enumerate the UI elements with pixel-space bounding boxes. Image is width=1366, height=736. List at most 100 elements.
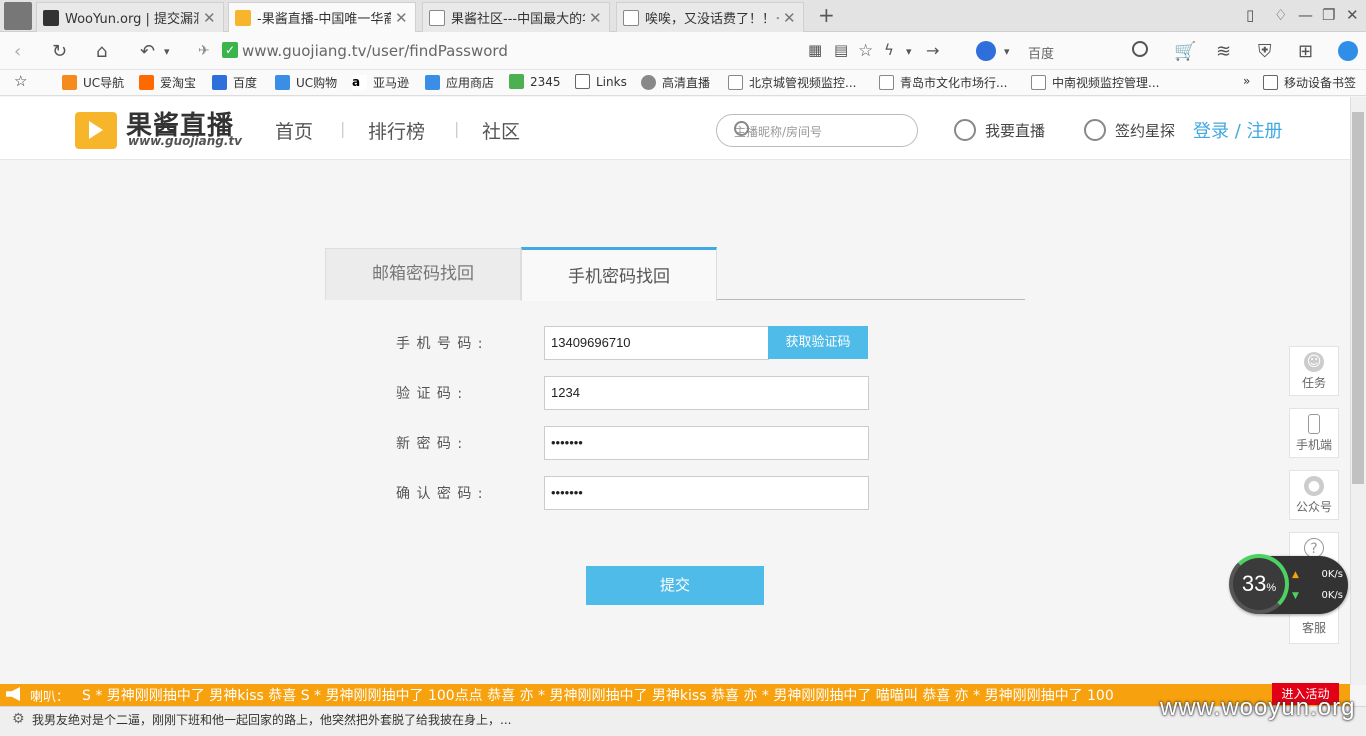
auth-separator: /: [1229, 121, 1247, 142]
bookmark-qingdao[interactable]: 青岛市文化市场行...: [879, 74, 1007, 91]
back-icon[interactable]: ‹: [14, 41, 21, 62]
bookmark-uc-shop[interactable]: UC购物: [275, 74, 337, 91]
nav-divider: |: [454, 119, 460, 138]
bookmark-links-folder[interactable]: Links: [575, 74, 627, 89]
phone-input[interactable]: 13409696710: [544, 326, 769, 360]
bookmark-2345[interactable]: 2345: [509, 74, 561, 89]
search-engine-input[interactable]: 百度: [1028, 43, 1054, 62]
nav-home[interactable]: 首页: [275, 117, 313, 144]
code-label: 验 证 码 :: [396, 386, 464, 402]
close-window-icon[interactable]: ✕: [1346, 6, 1359, 24]
star-icon[interactable]: ☆: [858, 41, 873, 61]
nav-ranking[interactable]: 排行榜: [368, 117, 425, 144]
star-circle-icon: [1084, 119, 1106, 141]
bookmark-amazon[interactable]: a 亚马逊: [352, 74, 409, 91]
upload-speed: 0K/s: [1321, 569, 1344, 580]
browser-tab-wooyun[interactable]: WooYun.org | 提交漏洞 ✕: [36, 2, 224, 32]
confirm-password-label: 确 认 密 码 :: [396, 486, 484, 502]
cart-icon[interactable]: 🛒: [1174, 41, 1196, 62]
bookmark-baidu[interactable]: 百度: [212, 74, 257, 91]
apps-grid-icon[interactable]: ⊞: [1298, 41, 1313, 62]
bookmark-zhongnan[interactable]: 中南视频监控管理...: [1031, 74, 1159, 91]
tab-list-icon[interactable]: ▯: [1246, 6, 1254, 24]
reader-icon[interactable]: ▤: [834, 41, 848, 59]
side-label: 公众号: [1295, 500, 1332, 514]
side-wechat-button[interactable]: ● 公众号: [1289, 470, 1339, 520]
new-password-input[interactable]: •••••••: [544, 426, 869, 460]
shield-icon[interactable]: ⛨: [1258, 41, 1272, 62]
more-bookmarks-button[interactable]: »: [1243, 74, 1250, 88]
bookmark-beijing-cctv[interactable]: 北京城管视频监控...: [728, 74, 856, 91]
search-icon[interactable]: [734, 121, 749, 136]
lightning-icon[interactable]: ϟ: [884, 41, 894, 59]
nav-community[interactable]: 社区: [482, 117, 520, 144]
wechat-icon: ●: [1304, 476, 1324, 496]
go-live-button[interactable]: 我要直播: [954, 119, 1045, 141]
announcement-label: 喇叭：: [30, 690, 70, 705]
side-task-button[interactable]: ☺ 任务: [1289, 346, 1339, 396]
scrollbar-thumb[interactable]: [1352, 112, 1364, 484]
bookmark-hd-live[interactable]: 高清直播: [641, 74, 710, 91]
tab-email-recovery[interactable]: 邮箱密码找回: [325, 248, 521, 300]
bookmark-uc-nav[interactable]: UC导航: [62, 74, 124, 91]
browser-tab-community[interactable]: 果酱社区---中国最大的华 ✕: [422, 2, 610, 32]
new-tab-icon[interactable]: +: [818, 3, 835, 27]
site-search-input[interactable]: 主播昵称/房间号: [716, 114, 918, 147]
register-link[interactable]: 注册: [1247, 121, 1283, 142]
browser-tab-guojiang[interactable]: -果酱直播-中国唯一华裔 ✕: [228, 2, 416, 32]
maximize-icon[interactable]: ❐: [1322, 6, 1335, 24]
home-icon[interactable]: ⌂: [96, 41, 107, 62]
memory-gauge[interactable]: 33%: [1229, 554, 1289, 614]
logo-subtitle: www.guojiang.tv: [128, 134, 242, 148]
status-news-text[interactable]: 我男友绝对是个二逼，刚刚下班和他一起回家的路上，他突然把外套脱了给我披在身上，.…: [32, 711, 511, 728]
wifi-icon[interactable]: ≋: [1216, 41, 1231, 62]
forward-arrow-icon[interactable]: →: [926, 41, 939, 60]
page-favicon-icon: [623, 9, 639, 26]
url-input[interactable]: www.guojiang.tv/user/findPassword: [242, 42, 508, 60]
get-code-button[interactable]: 获取验证码: [768, 326, 868, 359]
tab-title: WooYun.org | 提交漏洞: [65, 12, 199, 27]
browser-avatar-icon[interactable]: [4, 2, 32, 30]
tab-phone-recovery[interactable]: 手机密码找回: [521, 247, 717, 301]
page-favicon-icon: [429, 9, 445, 26]
search-icon[interactable]: [1132, 41, 1148, 57]
submit-button[interactable]: 提交: [586, 566, 764, 605]
smiley-icon: ☺: [1304, 352, 1324, 372]
auth-links: 登录 / 注册: [1193, 117, 1283, 143]
bookmark-star-icon[interactable]: ☆: [14, 72, 27, 90]
side-label: 任务: [1301, 376, 1326, 390]
close-tab-icon[interactable]: ✕: [783, 9, 797, 27]
phone-label: 手 机 号 码 :: [396, 336, 484, 352]
close-tab-icon[interactable]: ✕: [203, 9, 217, 27]
side-mobile-button[interactable]: 手机端: [1289, 408, 1339, 458]
undo-icon[interactable]: ↶: [140, 41, 155, 62]
chevron-down-icon[interactable]: ▾: [164, 45, 170, 58]
confirm-password-input[interactable]: •••••••: [544, 476, 869, 510]
bookmark-aitaobao[interactable]: 爱淘宝: [139, 74, 196, 91]
rocket-icon: ✈: [198, 43, 210, 59]
login-link[interactable]: 登录: [1193, 121, 1229, 142]
bookmark-app-store[interactable]: 应用商店: [425, 74, 494, 91]
close-tab-icon[interactable]: ✕: [589, 9, 603, 27]
qrcode-icon[interactable]: ▦: [808, 41, 822, 59]
gauge-unit: %: [1266, 582, 1277, 594]
chevron-down-icon[interactable]: ▾: [1004, 45, 1010, 58]
skin-icon[interactable]: ♢: [1274, 6, 1287, 24]
baidu-paw-icon[interactable]: [976, 41, 996, 61]
chevron-down-icon[interactable]: ▾: [906, 45, 912, 58]
talent-scout-label: 签约星探: [1115, 121, 1176, 140]
browser-tab-phonebill[interactable]: 唉唉，又没话费了！！－ ✕: [616, 2, 804, 32]
code-input[interactable]: 1234: [544, 376, 869, 410]
gauge-percent: 33: [1241, 571, 1267, 596]
tab-title: -果酱直播-中国唯一华裔: [257, 12, 391, 27]
profile-icon[interactable]: [1338, 41, 1358, 61]
mobile-bookmarks-folder[interactable]: 移动设备书签: [1263, 74, 1356, 91]
gear-icon[interactable]: ⚙: [12, 711, 25, 727]
talent-scout-button[interactable]: 签约星探: [1084, 119, 1175, 141]
guojiang-favicon-icon: [235, 9, 251, 26]
phone-icon: [1308, 414, 1320, 434]
close-tab-icon[interactable]: ✕: [395, 9, 409, 27]
refresh-icon[interactable]: ↻: [52, 41, 67, 62]
minimize-icon[interactable]: —: [1298, 6, 1313, 24]
watermark: www.wooyun.org: [1160, 694, 1356, 721]
